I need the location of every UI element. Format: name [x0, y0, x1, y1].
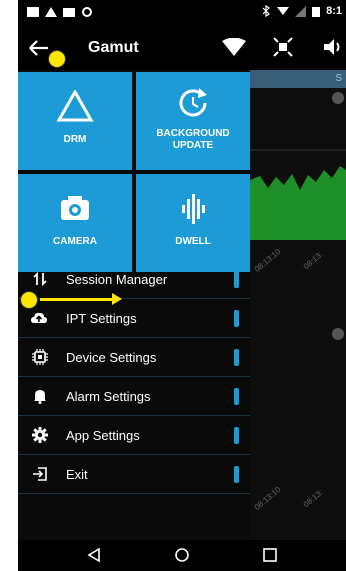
satellite-icon[interactable]	[272, 36, 294, 58]
clock: 8:1	[326, 5, 342, 17]
menu-item-indicator	[234, 466, 239, 483]
wifi-icon[interactable]	[222, 38, 246, 56]
image-icon	[27, 7, 39, 17]
signal-icon	[295, 5, 307, 17]
bell-icon	[34, 390, 46, 404]
menu-item-label: App Settings	[66, 428, 140, 443]
background-tick: 08:13:10	[252, 485, 283, 512]
wifi-status-icon	[277, 7, 290, 15]
mail-icon	[63, 8, 75, 17]
gear-icon	[32, 427, 48, 443]
signal-area	[250, 166, 346, 240]
menu-item-device-settings[interactable]: Device Settings	[18, 338, 250, 377]
menu-item-indicator	[234, 271, 239, 288]
app-title: Gamut	[88, 39, 139, 56]
menu-item-indicator	[234, 388, 239, 405]
menu-item-alarm-settings[interactable]: Alarm Settings	[18, 377, 250, 416]
nav-home-icon[interactable]	[174, 547, 190, 563]
highlight-arrow-line	[40, 298, 112, 301]
tile-drm-label: DRM	[63, 134, 87, 145]
camera-icon	[61, 196, 89, 220]
exit-icon	[33, 467, 47, 481]
nav-recents-icon[interactable]	[262, 547, 278, 563]
tile-camera[interactable]: CAMERA	[18, 174, 132, 272]
background-dashboard: S 08:13:10 08:13: 08:13:10 08:13:	[250, 70, 346, 540]
volume-icon[interactable]	[322, 38, 342, 56]
status-bar: 8:1	[18, 0, 346, 26]
menu-item-indicator	[234, 349, 239, 366]
tile-background-update-label: BACKGROUND UPDATE	[156, 128, 230, 151]
tile-background-update[interactable]: BACKGROUND UPDATE	[136, 72, 250, 170]
tile-camera-label: CAMERA	[53, 236, 97, 247]
navigation-drawer: DRM BACKGROUND UPDATE CAMERA DWELL Sessi…	[18, 70, 250, 540]
menu-item-indicator	[234, 427, 239, 444]
background-tab-label: S	[335, 73, 342, 84]
menu-item-ipt-settings[interactable]: IPT Settings	[18, 299, 250, 338]
tile-dwell-label: DWELL	[175, 236, 211, 247]
menu-item-app-settings[interactable]: App Settings	[18, 416, 250, 455]
triangle-icon	[56, 90, 94, 122]
refresh-clock-icon	[179, 88, 207, 117]
background-tab: S	[250, 70, 346, 88]
menu-item-session-manager[interactable]: Session Manager	[18, 260, 250, 299]
menu-item-indicator	[234, 310, 239, 327]
nav-back-icon[interactable]	[86, 547, 102, 563]
app-toolbar: Gamut	[18, 26, 346, 70]
menu-item-label: Exit	[66, 467, 88, 482]
highlight-marker-back	[48, 50, 66, 68]
highlight-marker-ipt	[20, 291, 38, 309]
chip-icon	[32, 349, 48, 365]
circle-icon	[82, 7, 92, 17]
background-gear-icon-2	[332, 328, 344, 340]
session-icon	[33, 271, 47, 287]
bluetooth-icon	[262, 5, 271, 17]
menu-item-label: Device Settings	[66, 350, 157, 365]
background-tick: 08:13:	[301, 487, 325, 510]
tile-drm[interactable]: DRM	[18, 72, 132, 170]
drawer-menu: Session Manager IPT Settings Device Sett…	[18, 260, 250, 494]
highlight-arrow-head	[112, 293, 122, 305]
menu-item-label: Alarm Settings	[66, 389, 151, 404]
menu-item-label: IPT Settings	[66, 311, 137, 326]
background-gear-icon	[332, 92, 344, 104]
menu-item-label: Session Manager	[66, 272, 168, 287]
cloud-upload-icon	[31, 312, 47, 323]
waveform-icon	[182, 194, 205, 224]
warning-icon	[45, 7, 57, 17]
tile-dwell[interactable]: DWELL	[136, 174, 250, 272]
phone-screen: 8:1 Gamut S 08:13:10 08:13: 08:13:10 08:…	[18, 0, 346, 571]
system-nav-bar	[18, 540, 346, 571]
menu-item-exit[interactable]: Exit	[18, 455, 250, 494]
battery-icon	[312, 6, 321, 17]
